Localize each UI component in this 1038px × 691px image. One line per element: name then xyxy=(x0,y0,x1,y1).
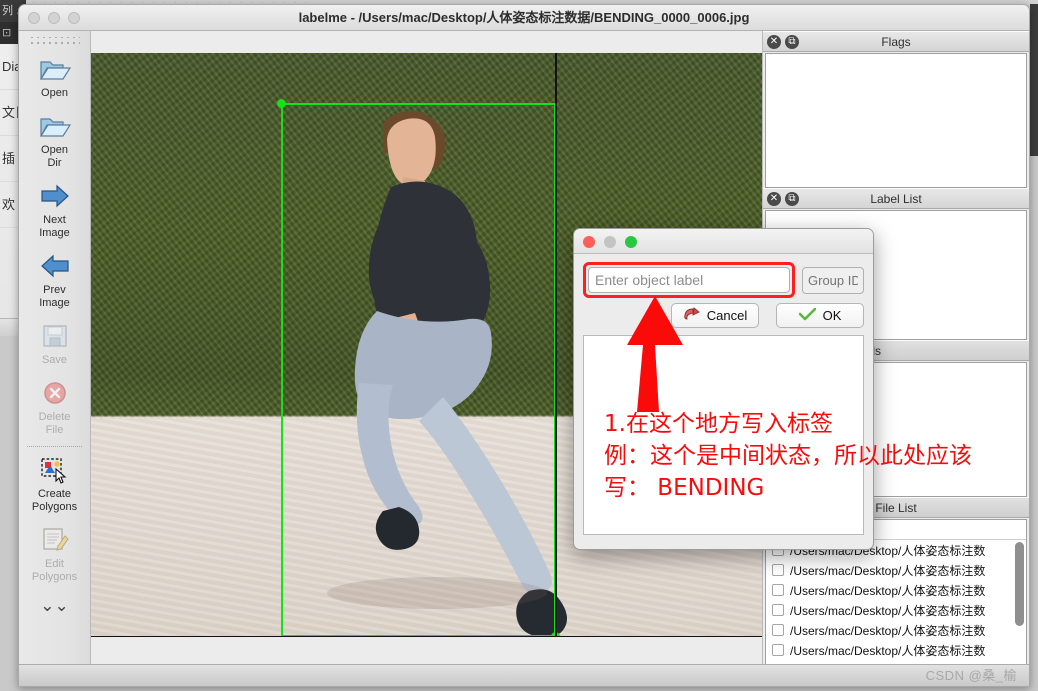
file-list-item-label: /Users/mac/Desktop/人体姿态标注数 xyxy=(790,643,986,658)
toolbar-item-open-dir-label: Open Dir xyxy=(41,144,68,169)
flags-panel-buttons[interactable]: ✕ ⧉ xyxy=(767,35,799,49)
toolbar-item-prev-image[interactable]: Prev Image xyxy=(19,246,90,316)
label-dialog-field-row xyxy=(583,262,864,298)
label-list-panel-header[interactable]: ✕ ⧉ Label List xyxy=(763,188,1029,209)
ok-button-label: OK xyxy=(822,308,842,323)
crosshair-horizontal xyxy=(91,636,762,637)
flags-panel-title: Flags xyxy=(881,34,911,49)
label-dialog-close-button[interactable] xyxy=(583,236,595,248)
label-dialog-body: Cancel OK xyxy=(574,254,873,545)
toolbar-item-open-label: Open xyxy=(41,87,68,99)
labelme-window: labelme - /Users/mac/Desktop/人体姿态标注数据/BE… xyxy=(18,4,1030,687)
flags-panel-header[interactable]: ✕ ⧉ Flags xyxy=(763,31,1029,52)
cancel-button-label: Cancel xyxy=(706,308,748,323)
file-list-item-label: /Users/mac/Desktop/人体姿态标注数 xyxy=(790,603,986,618)
label-dialog-maximize-button[interactable] xyxy=(625,236,637,248)
file-list-item-checkbox[interactable] xyxy=(772,604,784,616)
maximize-window-button[interactable] xyxy=(68,12,80,24)
toolbar-item-create-polygons-label: Create Polygons xyxy=(31,488,78,513)
flags-panel-float-icon[interactable]: ⧉ xyxy=(785,35,799,49)
file-list-item-label: /Users/mac/Desktop/人体姿态标注数 xyxy=(790,623,986,638)
toolbar-item-open-dir[interactable]: Open Dir xyxy=(19,106,90,176)
crosshair-vertical xyxy=(555,53,557,637)
file-list-item[interactable]: /Users/mac/Desktop/人体姿态标注数 xyxy=(766,640,1026,660)
flags-panel-close-icon[interactable]: ✕ xyxy=(767,35,781,49)
toolbar-item-delete-file[interactable]: Delete File xyxy=(19,373,90,443)
file-list-item-label: /Users/mac/Desktop/人体姿态标注数 xyxy=(790,563,986,578)
background-right-strip xyxy=(1030,4,1038,156)
ok-button[interactable]: OK xyxy=(776,303,864,328)
file-list-item[interactable]: /Users/mac/Desktop/人体姿态标注数 xyxy=(766,560,1026,580)
window-traffic-lights[interactable] xyxy=(28,12,80,24)
label-list-panel-close-icon[interactable]: ✕ xyxy=(767,192,781,206)
arrow-left-icon xyxy=(38,250,72,282)
toolbar-item-create-polygons[interactable]: Create Polygons xyxy=(19,450,90,520)
close-window-button[interactable] xyxy=(28,12,40,24)
create-polygon-icon xyxy=(38,454,72,486)
file-list-item[interactable]: /Users/mac/Desktop/人体姿态标注数 xyxy=(766,600,1026,620)
left-toolbar: Open Open Dir Next Image Prev Image Save… xyxy=(19,31,91,686)
window-titlebar[interactable]: labelme - /Users/mac/Desktop/人体姿态标注数据/BE… xyxy=(19,5,1029,31)
arrow-right-icon xyxy=(38,180,72,212)
toolbar-item-edit-polygons[interactable]: Edit Polygons xyxy=(19,520,90,590)
undo-arrow-icon xyxy=(683,307,700,324)
file-list-item-label: /Users/mac/Desktop/人体姿态标注数 xyxy=(790,583,986,598)
open-folder-icon xyxy=(38,53,72,85)
toolbar-drag-handle[interactable] xyxy=(29,37,80,45)
window-body: Open Open Dir Next Image Prev Image Save… xyxy=(19,31,1029,686)
label-dialog-minimize-button[interactable] xyxy=(604,236,616,248)
toolbar-item-prev-image-label: Prev Image xyxy=(39,284,70,309)
flags-panel-body[interactable] xyxy=(765,53,1027,188)
label-input-highlight xyxy=(583,262,795,298)
label-list-panel-buttons[interactable]: ✕ ⧉ xyxy=(767,192,799,206)
window-title: labelme - /Users/mac/Desktop/人体姿态标注数据/BE… xyxy=(298,10,750,25)
group-id-input[interactable] xyxy=(802,266,864,294)
file-list-scrollbar[interactable] xyxy=(1015,542,1024,626)
minimize-window-button[interactable] xyxy=(48,12,60,24)
file-list-item[interactable]: /Users/mac/Desktop/人体姿态标注数 xyxy=(766,580,1026,600)
toolbar-item-open[interactable]: Open xyxy=(19,49,90,106)
window-status-bar: CSDN @桑_榆 xyxy=(19,664,1029,686)
open-dir-icon xyxy=(38,110,72,142)
floppy-disk-icon xyxy=(38,320,72,352)
label-suggestion-list[interactable] xyxy=(583,335,864,535)
checkmark-icon xyxy=(798,307,816,324)
toolbar-item-next-image[interactable]: Next Image xyxy=(19,176,90,246)
file-list-item-checkbox[interactable] xyxy=(772,584,784,596)
toolbar-separator xyxy=(27,446,82,447)
screen-root: · · · · · · · · · · · · · · · · · · · · … xyxy=(0,0,1038,691)
file-list-item-checkbox[interactable] xyxy=(772,564,784,576)
label-dialog-traffic-lights[interactable] xyxy=(583,236,637,248)
file-list-item-checkbox[interactable] xyxy=(772,624,784,636)
cancel-button[interactable]: Cancel xyxy=(671,303,759,328)
file-list-item[interactable]: /Users/mac/Desktop/人体姿态标注数 xyxy=(766,620,1026,640)
label-dialog: Cancel OK xyxy=(573,228,874,550)
toolbar-item-save[interactable]: Save xyxy=(19,316,90,373)
watermark: CSDN @桑_榆 xyxy=(925,668,1017,683)
toolbar-item-save-label: Save xyxy=(41,354,68,366)
edit-polygon-icon xyxy=(38,524,72,556)
toolbar-item-delete-file-label: Delete File xyxy=(38,411,71,436)
toolbar-more-chevron-icon[interactable]: ⌄⌄ xyxy=(19,596,90,616)
object-label-input[interactable] xyxy=(588,267,790,293)
toolbar-item-edit-polygons-label: Edit Polygons xyxy=(31,558,78,583)
label-dialog-titlebar[interactable] xyxy=(574,229,873,254)
label-list-panel-float-icon[interactable]: ⧉ xyxy=(785,192,799,206)
label-dialog-buttons: Cancel OK xyxy=(583,303,864,328)
label-list-panel-title: Label List xyxy=(870,191,922,206)
toolbar-item-next-image-label: Next Image xyxy=(39,214,70,239)
delete-circle-icon xyxy=(38,377,72,409)
file-list-item-checkbox[interactable] xyxy=(772,644,784,656)
